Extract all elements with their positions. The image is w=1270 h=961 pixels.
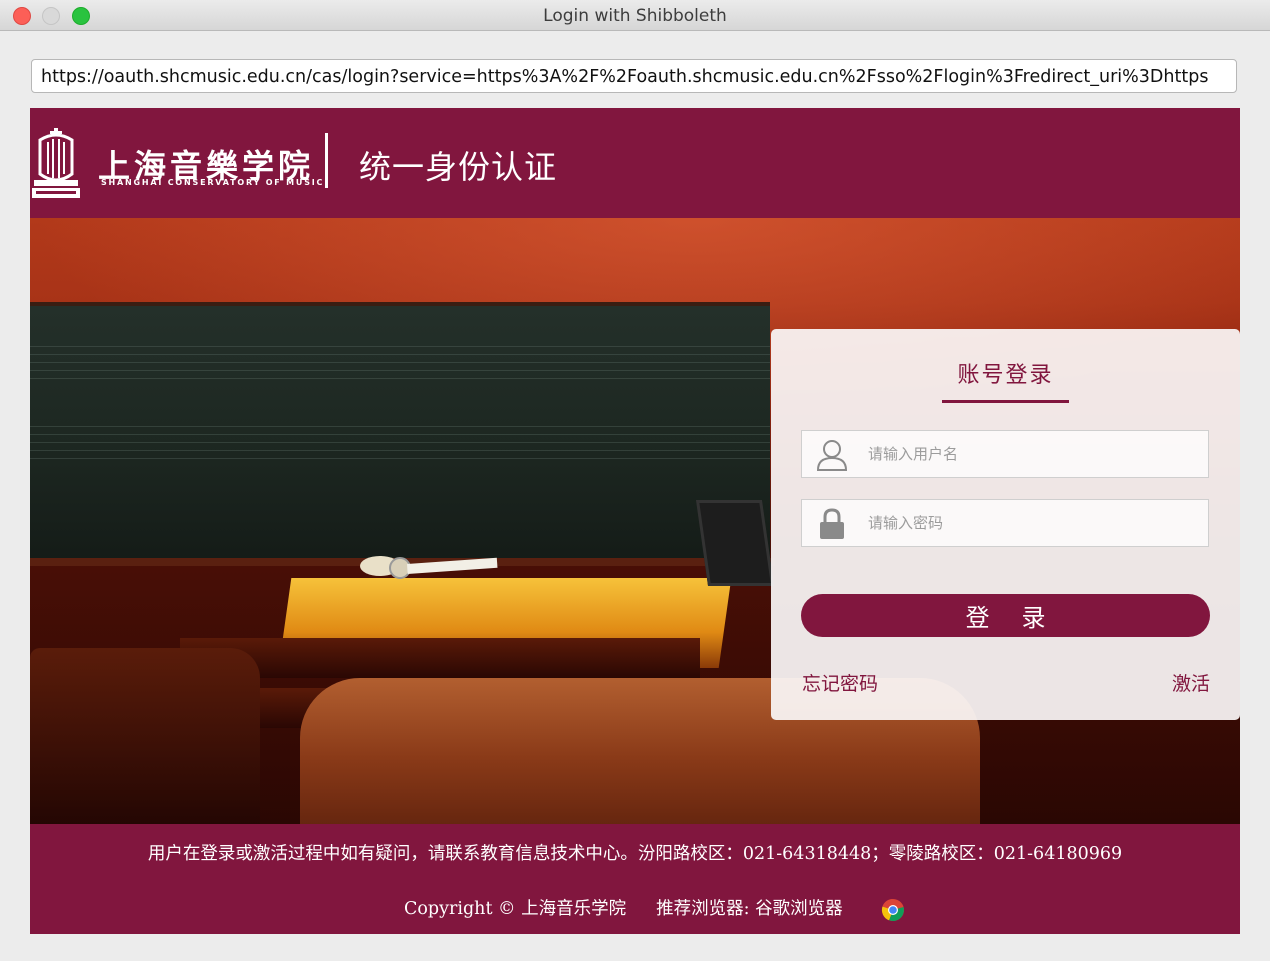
logo-english-name: SHANGHAI CONSERVATORY OF MUSIC [101,178,325,187]
footer-contact-text: 用户在登录或激活过程中如有疑问，请联系教育信息技术中心。汾阳路校区：021-64… [147,844,1123,864]
url-text[interactable]: https://oauth.shcmusic.edu.cn/cas/login?… [41,67,1208,87]
tab-account-login[interactable]: 账号登录 [771,357,1240,389]
url-bar[interactable]: https://oauth.shcmusic.edu.cn/cas/login?… [31,59,1237,93]
web-page: 上海音樂学院 SHANGHAI CONSERVATORY OF MUSIC 统一… [30,108,1240,934]
login-panel: 账号登录 登录 忘记密码 激活 [771,329,1240,720]
hero-blackboard [30,302,770,564]
window-title: Login with Shibboleth [543,6,727,26]
username-input[interactable] [868,431,1198,477]
password-field[interactable] [801,499,1209,547]
hero-projector [360,556,498,579]
username-field[interactable] [801,430,1209,478]
window-titlebar: Login with Shibboleth [0,0,1270,31]
tab-active-underline [942,400,1069,403]
site-footer: 用户在登录或激活过程中如有疑问，请联系教育信息技术中心。汾阳路校区：021-64… [30,824,1240,934]
conservatory-crest-icon [32,128,80,198]
page-title: 统一身份认证 [359,148,558,186]
activate-link[interactable]: 激活 [1172,669,1210,696]
hero-left-chair [30,648,260,824]
header-divider [325,133,328,188]
hero-monitor [695,500,775,586]
footer-bottom-line: Copyright © 上海音乐学院 推荐浏览器: 谷歌浏览器 [404,895,843,920]
lock-icon [820,508,844,539]
site-header: 上海音樂学院 SHANGHAI CONSERVATORY OF MUSIC 统一… [30,108,1240,218]
footer-browser-recommendation: 推荐浏览器: 谷歌浏览器 [656,899,843,919]
user-icon [816,440,848,471]
chrome-icon [881,898,904,922]
forgot-password-link[interactable]: 忘记密码 [802,669,878,696]
password-input[interactable] [868,500,1198,546]
footer-copyright: Copyright © 上海音乐学院 [404,899,627,919]
login-button[interactable]: 登录 [801,594,1210,637]
